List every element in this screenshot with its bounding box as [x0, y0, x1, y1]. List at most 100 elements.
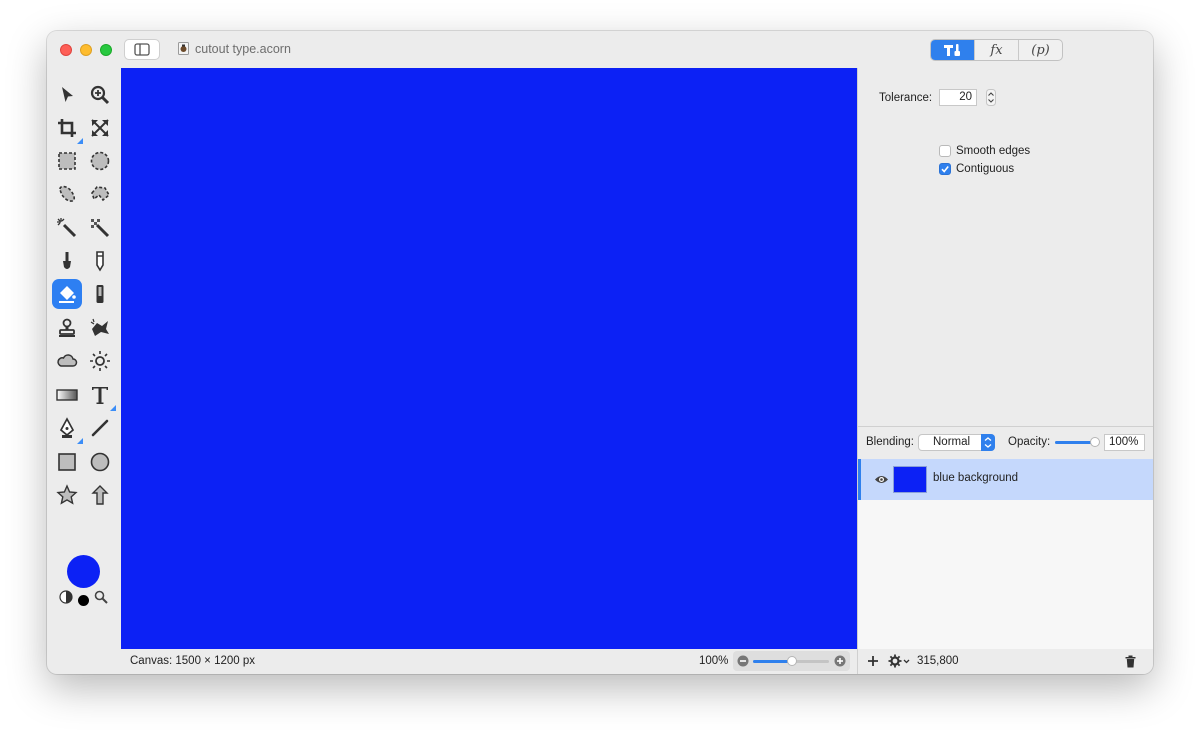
zoom-in-icon[interactable] [834, 655, 846, 667]
arrow-shape-tool[interactable] [85, 480, 115, 510]
blending-mode-select[interactable]: Normal [918, 434, 995, 451]
line-icon [91, 419, 109, 437]
brush-icon [63, 252, 71, 269]
instant-alpha-icon [91, 219, 110, 238]
crop-tool[interactable] [52, 113, 83, 144]
smooth-edges-checkbox[interactable] [939, 145, 951, 157]
mode-segmented-control[interactable]: fx (p) [930, 39, 1063, 61]
swap-colors-icon[interactable] [59, 590, 73, 604]
instant-alpha-tool[interactable] [85, 213, 115, 243]
mode-properties-segment[interactable]: (p) [1018, 40, 1062, 60]
polygon-lasso-icon [91, 186, 111, 202]
opacity-label: Opacity: [1008, 436, 1051, 448]
zoom-tool[interactable] [85, 80, 115, 110]
eye-visibility-icon[interactable] [874, 474, 889, 485]
blending-mode-value: Normal [933, 436, 971, 448]
layer-row[interactable]: blue background [858, 459, 1153, 500]
paint-bucket-icon [59, 286, 76, 303]
app-window: cutout type.acorn fx (p) Canvas: 1500 × … [47, 31, 1153, 674]
resize-arrows-icon [91, 119, 109, 137]
tolerance-stepper-icon[interactable] [986, 89, 996, 106]
ellipse-select-tool[interactable] [85, 146, 115, 176]
paint-bucket-tool[interactable] [52, 279, 82, 309]
tool-palette [47, 68, 121, 648]
clone-stamp-icon [59, 318, 75, 337]
properties-icon: (p) [1031, 42, 1050, 58]
title-bar: cutout type.acorn fx (p) [47, 31, 1153, 68]
magic-wand-tool[interactable] [52, 213, 82, 243]
text-tool[interactable] [85, 380, 116, 411]
layers-list: blue background [857, 459, 1153, 649]
eraser-tool[interactable] [85, 279, 115, 309]
pencil-icon [96, 251, 104, 272]
sidebar-toggle-button[interactable] [124, 39, 160, 60]
circle-icon [90, 452, 110, 472]
zoom-icon [90, 85, 110, 105]
zoom-out-icon[interactable] [737, 655, 749, 667]
sun-icon [90, 351, 110, 371]
burn-tool[interactable] [52, 346, 82, 376]
tools-icon [943, 44, 960, 56]
tool-inspector-panel: Tolerance: 20 Smooth edges Contiguous [857, 68, 1153, 426]
zoom-percent-label: 100% [699, 655, 729, 667]
star-icon [56, 484, 78, 505]
layer-thumbnail [893, 466, 927, 493]
zoom-slider-knob[interactable] [787, 656, 797, 666]
image-canvas[interactable] [121, 68, 857, 649]
add-layer-icon[interactable] [867, 655, 879, 667]
minimize-window-button[interactable] [80, 44, 92, 56]
opacity-field[interactable]: 100% [1104, 434, 1145, 451]
contiguous-checkbox[interactable] [939, 163, 951, 175]
color-picker-magnifier-icon[interactable] [94, 590, 108, 604]
submenu-corner-indicator [77, 438, 83, 444]
transform-tool[interactable] [85, 113, 115, 143]
smudge-tool[interactable] [85, 313, 115, 343]
text-icon [92, 387, 108, 404]
eraser-icon [96, 285, 104, 303]
lasso-tool[interactable] [52, 179, 82, 209]
clone-tool[interactable] [52, 313, 82, 343]
pen-tool[interactable] [52, 413, 83, 444]
zoom-control [733, 651, 850, 671]
oval-tool[interactable] [85, 447, 115, 477]
gradient-tool[interactable] [52, 380, 82, 410]
layers-toolbar: Blending: Normal Opacity: 100% [857, 426, 1153, 459]
layer-name: blue background [933, 472, 1019, 484]
contiguous-label: Contiguous [956, 163, 1015, 175]
smooth-edges-label: Smooth edges [956, 145, 1031, 157]
rectangle-icon [58, 453, 76, 471]
marquee-ellipse-icon [90, 151, 110, 171]
up-arrow-icon [91, 485, 109, 505]
background-color-well[interactable] [78, 595, 89, 606]
opacity-slider-knob[interactable] [1090, 437, 1100, 447]
sidebar-icon [134, 43, 150, 56]
submenu-corner-indicator [77, 138, 83, 144]
polygon-lasso-tool[interactable] [85, 179, 115, 209]
cloud-icon [57, 354, 78, 367]
close-window-button[interactable] [60, 44, 72, 56]
mode-tools-segment[interactable] [931, 40, 974, 60]
checkmark-icon [941, 166, 949, 173]
zoom-window-button[interactable] [100, 44, 112, 56]
zoom-slider-fill [753, 660, 791, 663]
trash-icon[interactable] [1125, 655, 1136, 668]
brush-tool[interactable] [52, 246, 82, 276]
layer-count-label: 315,800 [917, 655, 959, 667]
blending-label: Blending: [866, 436, 914, 448]
dodge-tool[interactable] [85, 346, 115, 376]
pencil-tool[interactable] [85, 246, 115, 276]
gear-icon[interactable] [888, 654, 912, 668]
fx-icon: fx [990, 42, 1003, 58]
rectangle-tool[interactable] [52, 447, 82, 477]
arrow-tool[interactable] [52, 80, 82, 110]
submenu-corner-indicator [110, 405, 116, 411]
document-title: cutout type.acorn [178, 42, 291, 56]
mode-fx-segment[interactable]: fx [974, 40, 1018, 60]
arrow-icon [62, 87, 73, 102]
line-tool[interactable] [85, 413, 115, 443]
layers-footer: 315,800 [857, 649, 1153, 674]
star-tool[interactable] [52, 480, 82, 510]
tolerance-field[interactable]: 20 [939, 89, 977, 106]
foreground-color-well[interactable] [67, 555, 100, 588]
rect-select-tool[interactable] [52, 146, 82, 176]
